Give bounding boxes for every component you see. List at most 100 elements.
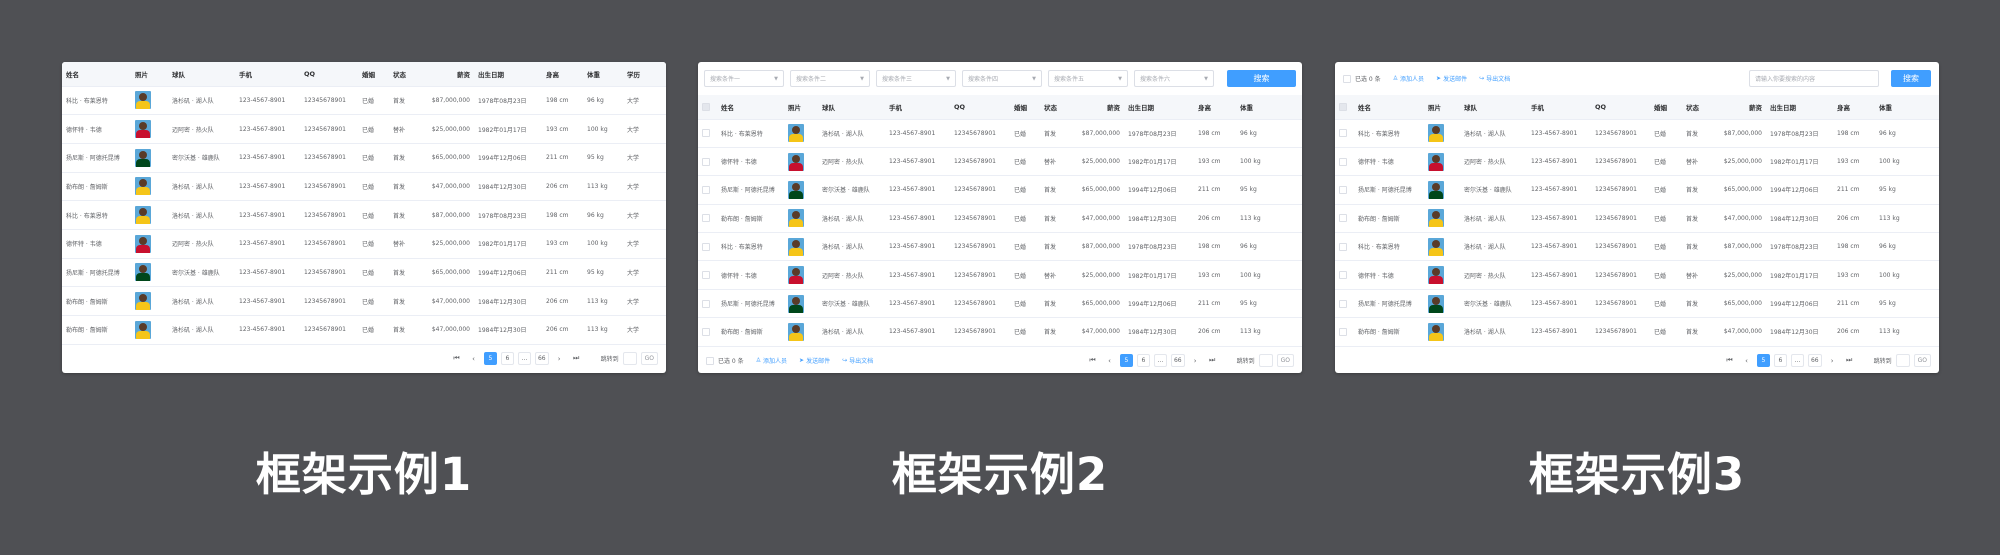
table-row[interactable]: 德怀特 · 韦德 迈阿密 · 热火队 123-4567-8901 1234567890…: [1335, 260, 1939, 290]
go-button[interactable]: GO: [1276, 354, 1294, 368]
table-row[interactable]: 勒布朗 · 詹姆斯 洛杉矶 · 湖人队 123-4567-8901 123456789…: [62, 172, 666, 202]
select-all-checkbox[interactable]: [1343, 74, 1351, 83]
row-checkbox[interactable]: [702, 271, 710, 280]
row-checkbox[interactable]: [1339, 327, 1347, 336]
last-page-icon[interactable]: ⏭: [570, 352, 583, 365]
filter-select[interactable]: 搜索条件三 ▼: [876, 70, 956, 87]
prev-page-icon[interactable]: ‹: [1740, 354, 1753, 367]
select-all-checkbox[interactable]: [1339, 102, 1347, 111]
filter-select[interactable]: 搜索条件六 ▼: [1134, 70, 1214, 87]
table-row[interactable]: 扬尼斯 · 阿德托昆博 密尔沃基 · 雄鹿队 123-4567-8901 123456…: [698, 289, 1302, 319]
page-button[interactable]: 6: [1773, 354, 1787, 368]
page-button[interactable]: 6: [1136, 354, 1150, 368]
page-button[interactable]: 66: [534, 352, 549, 366]
next-page-icon[interactable]: ›: [1189, 354, 1202, 367]
row-checkbox[interactable]: [702, 242, 710, 251]
table-row[interactable]: 科比 · 布莱恩特 洛杉矶 · 湖人队 123-4567-8901 123456789…: [62, 86, 666, 116]
page-button[interactable]: 5: [1756, 354, 1770, 368]
table-row[interactable]: 勒布朗 · 詹姆斯 洛杉矶 · 湖人队 123-4567-8901 123456789…: [62, 315, 666, 345]
last-page-icon[interactable]: ⏭: [1843, 354, 1856, 367]
cell-check[interactable]: [1335, 232, 1354, 262]
prev-page-icon[interactable]: ‹: [1103, 354, 1116, 367]
row-checkbox[interactable]: [1339, 157, 1347, 166]
first-page-icon[interactable]: ⏮: [450, 352, 463, 365]
filter-select[interactable]: 搜索条件一 ▼: [704, 70, 784, 87]
table-row[interactable]: 扬尼斯 · 阿德托昆博 密尔沃基 · 雄鹿队 123-4567-8901 123456…: [1335, 289, 1939, 319]
table-row[interactable]: 勒布朗 · 詹姆斯 洛杉矶 · 湖人队 123-4567-8901 123456789…: [62, 286, 666, 316]
table-row[interactable]: 德怀特 · 韦德 迈阿密 · 热火队 123-4567-8901 1234567890…: [62, 229, 666, 259]
table-row[interactable]: 德怀特 · 韦德 迈阿密 · 热火队 123-4567-8901 1234567890…: [62, 114, 666, 144]
jump-page-input[interactable]: [1895, 354, 1910, 368]
filter-select[interactable]: 搜索条件五 ▼: [1048, 70, 1128, 87]
row-checkbox[interactable]: [702, 185, 710, 194]
page-button[interactable]: 5: [483, 352, 497, 366]
go-button[interactable]: GO: [640, 352, 658, 366]
row-checkbox[interactable]: [702, 157, 710, 166]
row-checkbox[interactable]: [702, 299, 710, 308]
cell-check[interactable]: [698, 232, 717, 262]
table-row[interactable]: 德怀特 · 韦德 迈阿密 · 热火队 123-4567-8901 1234567890…: [698, 260, 1302, 290]
jump-page-input[interactable]: [1258, 354, 1273, 368]
table-row[interactable]: 勒布朗 · 詹姆斯 洛杉矶 · 湖人队 123-4567-8901 123456789…: [698, 317, 1302, 347]
table-row[interactable]: 科比 · 布莱恩特 洛杉矶 · 湖人队 123-4567-8901 123456789…: [698, 232, 1302, 262]
cell-check[interactable]: [1335, 289, 1354, 319]
cell-check[interactable]: [698, 204, 717, 234]
first-page-icon[interactable]: ⏮: [1086, 354, 1099, 367]
prev-page-icon[interactable]: ‹: [467, 352, 480, 365]
row-checkbox[interactable]: [1339, 271, 1347, 280]
cell-check[interactable]: [698, 317, 717, 347]
table-row[interactable]: 扬尼斯 · 阿德托昆博 密尔沃基 · 雄鹿队 123-4567-8901 123456…: [62, 258, 666, 288]
table-row[interactable]: 德怀特 · 韦德 迈阿密 · 热火队 123-4567-8901 1234567890…: [1335, 147, 1939, 177]
search-input[interactable]: 请输入你要搜索的内容: [1749, 70, 1879, 87]
table-row[interactable]: 扬尼斯 · 阿德托昆博 密尔沃基 · 雄鹿队 123-4567-8901 123456…: [698, 175, 1302, 205]
select-all-checkbox[interactable]: [706, 356, 714, 365]
cell-check[interactable]: [698, 147, 717, 177]
search-button[interactable]: 搜索: [1891, 70, 1931, 87]
cell-check[interactable]: [1335, 317, 1354, 347]
page-button[interactable]: 5: [1119, 354, 1133, 368]
go-button[interactable]: GO: [1913, 354, 1931, 368]
table-row[interactable]: 勒布朗 · 詹姆斯 洛杉矶 · 湖人队 123-4567-8901 123456789…: [698, 204, 1302, 234]
cell-check[interactable]: [698, 289, 717, 319]
cell-check[interactable]: [1335, 147, 1354, 177]
action-share[interactable]: ↪ 导出文档: [1479, 74, 1510, 83]
table-row[interactable]: 勒布朗 · 詹姆斯 洛杉矶 · 湖人队 123-4567-8901 123456789…: [1335, 317, 1939, 347]
filter-select[interactable]: 搜索条件四 ▼: [962, 70, 1042, 87]
row-checkbox[interactable]: [702, 327, 710, 336]
jump-page-input[interactable]: [622, 352, 637, 366]
page-button[interactable]: ...: [1790, 354, 1804, 368]
page-button[interactable]: 66: [1807, 354, 1822, 368]
page-button[interactable]: ...: [1153, 354, 1167, 368]
table-row[interactable]: 科比 · 布莱恩特 洛杉矶 · 湖人队 123-4567-8901 123456789…: [698, 119, 1302, 148]
action-user-plus[interactable]: ♙ 添加人员: [756, 356, 787, 365]
table-row[interactable]: 扬尼斯 · 阿德托昆博 密尔沃基 · 雄鹿队 123-4567-8901 123456…: [1335, 175, 1939, 205]
action-user-plus[interactable]: ♙ 添加人员: [1393, 74, 1424, 83]
cell-check[interactable]: [1335, 119, 1354, 148]
row-checkbox[interactable]: [1339, 242, 1347, 251]
row-checkbox[interactable]: [1339, 185, 1347, 194]
action-send[interactable]: ➤ 发送邮件: [1436, 74, 1467, 83]
table-row[interactable]: 科比 · 布莱恩特 洛杉矶 · 湖人队 123-4567-8901 123456789…: [1335, 119, 1939, 148]
action-share[interactable]: ↪ 导出文档: [842, 356, 873, 365]
filter-select[interactable]: 搜索条件二 ▼: [790, 70, 870, 87]
cell-check[interactable]: [1335, 175, 1354, 205]
cell-check[interactable]: [698, 260, 717, 290]
table-row[interactable]: 德怀特 · 韦德 迈阿密 · 热火队 123-4567-8901 1234567890…: [698, 147, 1302, 177]
first-page-icon[interactable]: ⏮: [1723, 354, 1736, 367]
cell-check[interactable]: [1335, 260, 1354, 290]
row-checkbox[interactable]: [1339, 129, 1347, 138]
select-all-checkbox[interactable]: [702, 102, 710, 111]
next-page-icon[interactable]: ›: [1826, 354, 1839, 367]
cell-check[interactable]: [698, 175, 717, 205]
page-button[interactable]: 6: [500, 352, 514, 366]
table-row[interactable]: 勒布朗 · 詹姆斯 洛杉矶 · 湖人队 123-4567-8901 123456789…: [1335, 204, 1939, 234]
page-button[interactable]: 66: [1170, 354, 1185, 368]
row-checkbox[interactable]: [702, 214, 710, 223]
cell-check[interactable]: [1335, 204, 1354, 234]
search-button[interactable]: 搜索: [1227, 70, 1296, 87]
table-row[interactable]: 科比 · 布莱恩特 洛杉矶 · 湖人队 123-4567-8901 123456789…: [62, 200, 666, 230]
row-checkbox[interactable]: [702, 129, 710, 138]
page-button[interactable]: ...: [517, 352, 531, 366]
next-page-icon[interactable]: ›: [553, 352, 566, 365]
cell-check[interactable]: [698, 119, 717, 148]
